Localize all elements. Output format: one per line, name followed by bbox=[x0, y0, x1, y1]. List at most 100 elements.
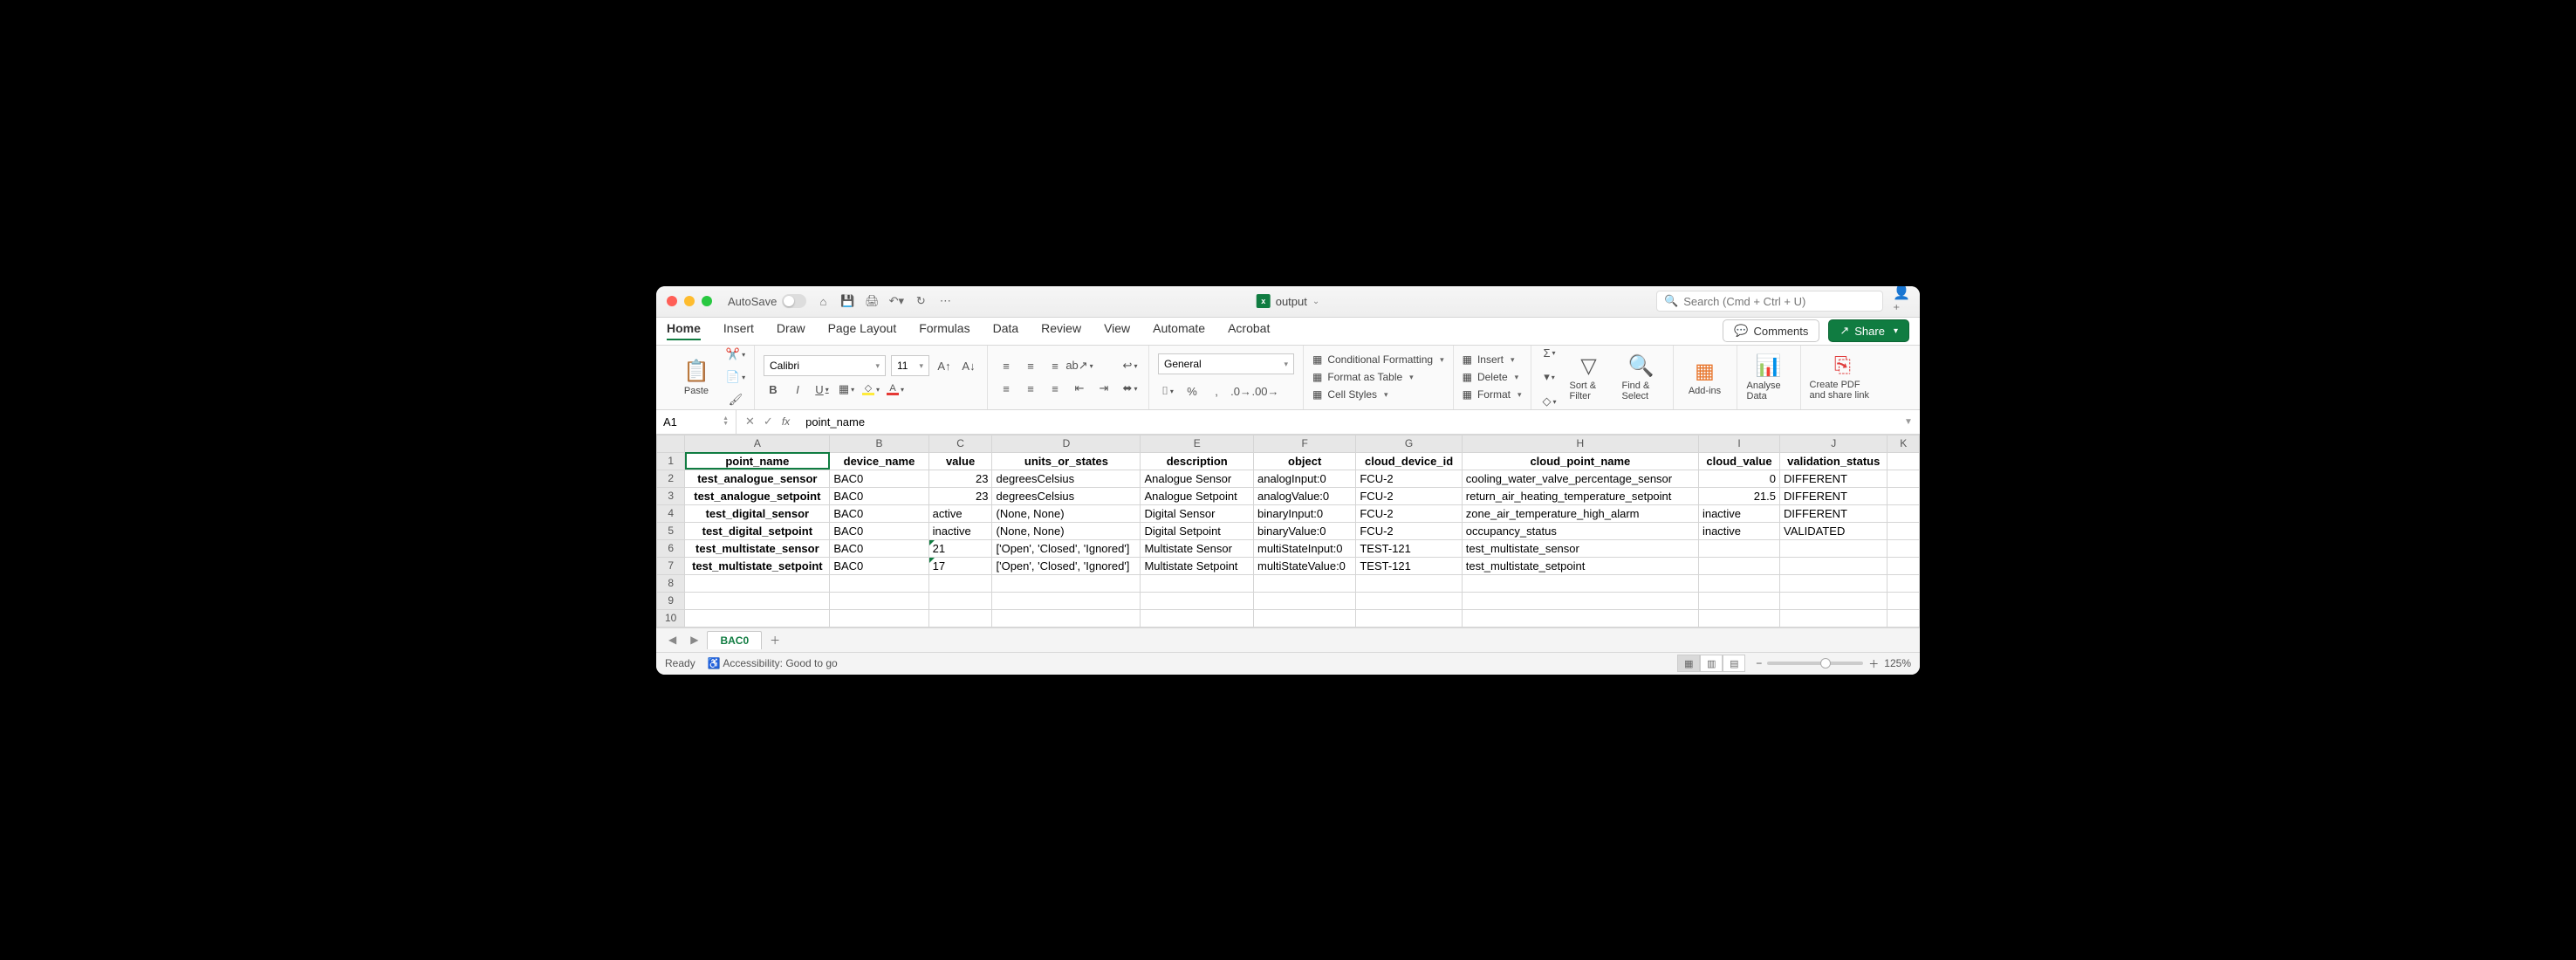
tab-view[interactable]: View bbox=[1104, 321, 1130, 340]
conditional-formatting-button[interactable]: ▦Conditional Formatting bbox=[1312, 353, 1444, 366]
tab-insert[interactable]: Insert bbox=[723, 321, 754, 340]
zoom-in-button[interactable]: ＋ bbox=[1868, 656, 1879, 671]
enter-formula-icon[interactable]: ✓ bbox=[764, 415, 773, 429]
percent-icon[interactable]: % bbox=[1182, 381, 1202, 401]
cell[interactable] bbox=[1698, 557, 1779, 574]
column-header[interactable]: E bbox=[1141, 435, 1254, 452]
formula-input[interactable]: point_name bbox=[798, 415, 1904, 429]
cell[interactable]: Digital Setpoint bbox=[1141, 522, 1254, 539]
cell[interactable]: test_analogue_sensor bbox=[685, 470, 830, 487]
cell[interactable]: degreesCelsius bbox=[992, 470, 1141, 487]
cell[interactable] bbox=[928, 592, 992, 609]
cell[interactable] bbox=[1887, 522, 1920, 539]
format-painter-icon[interactable]: 🖌 bbox=[726, 390, 745, 409]
normal-view-button[interactable]: ▦ bbox=[1677, 655, 1700, 672]
row-header[interactable]: 4 bbox=[657, 504, 685, 522]
cell[interactable] bbox=[1887, 504, 1920, 522]
sheet-prev-icon[interactable]: ◀ bbox=[663, 634, 682, 646]
column-header[interactable]: J bbox=[1780, 435, 1887, 452]
cell[interactable] bbox=[685, 609, 830, 627]
cell[interactable]: inactive bbox=[1698, 522, 1779, 539]
cell[interactable]: BAC0 bbox=[830, 470, 928, 487]
cell[interactable]: cloud_point_name bbox=[1462, 452, 1698, 470]
cell[interactable] bbox=[1462, 592, 1698, 609]
cell[interactable]: cloud_device_id bbox=[1356, 452, 1462, 470]
tab-review[interactable]: Review bbox=[1041, 321, 1081, 340]
cell[interactable]: test_multistate_setpoint bbox=[1462, 557, 1698, 574]
cell[interactable]: ['Open', 'Closed', 'Ignored'] bbox=[992, 557, 1141, 574]
cell[interactable] bbox=[1780, 609, 1887, 627]
column-header[interactable]: B bbox=[830, 435, 928, 452]
cell[interactable]: Digital Sensor bbox=[1141, 504, 1254, 522]
cell[interactable] bbox=[1698, 539, 1779, 557]
cell[interactable]: test_multistate_sensor bbox=[685, 539, 830, 557]
save-icon[interactable]: 💾 bbox=[839, 294, 855, 308]
autosave-switch[interactable] bbox=[782, 294, 806, 308]
sort-filter-button[interactable]: ▽Sort & Filter bbox=[1566, 353, 1612, 401]
tab-draw[interactable]: Draw bbox=[777, 321, 805, 340]
cell[interactable]: DIFFERENT bbox=[1780, 504, 1887, 522]
cell[interactable]: degreesCelsius bbox=[992, 487, 1141, 504]
align-top-icon[interactable]: ≡ bbox=[997, 356, 1016, 375]
cell[interactable] bbox=[1141, 592, 1254, 609]
cell[interactable]: analogValue:0 bbox=[1253, 487, 1355, 504]
orientation-icon[interactable]: ab↗ bbox=[1070, 356, 1089, 375]
column-header[interactable]: H bbox=[1462, 435, 1698, 452]
cell[interactable]: Multistate Setpoint bbox=[1141, 557, 1254, 574]
column-header[interactable]: I bbox=[1698, 435, 1779, 452]
find-select-button[interactable]: 🔍Find & Select bbox=[1619, 353, 1664, 401]
cell[interactable]: test_digital_setpoint bbox=[685, 522, 830, 539]
cell[interactable] bbox=[1141, 574, 1254, 592]
cell[interactable]: validation_status bbox=[1780, 452, 1887, 470]
create-pdf-button[interactable]: ⎘Create PDF and share link bbox=[1810, 353, 1876, 401]
cell[interactable]: BAC0 bbox=[830, 539, 928, 557]
cell[interactable] bbox=[928, 574, 992, 592]
redo-icon[interactable]: ↻ bbox=[913, 294, 928, 308]
row-header[interactable]: 3 bbox=[657, 487, 685, 504]
zoom-window-button[interactable] bbox=[702, 296, 712, 306]
share-button[interactable]: ↗ Share bbox=[1828, 319, 1909, 342]
column-header[interactable]: C bbox=[928, 435, 992, 452]
cell[interactable]: multiStateInput:0 bbox=[1253, 539, 1355, 557]
cell[interactable] bbox=[1887, 592, 1920, 609]
column-header[interactable]: G bbox=[1356, 435, 1462, 452]
cell[interactable]: test_multistate_sensor bbox=[1462, 539, 1698, 557]
italic-button[interactable]: I bbox=[788, 380, 807, 399]
align-middle-icon[interactable]: ≡ bbox=[1021, 356, 1040, 375]
cell[interactable] bbox=[992, 609, 1141, 627]
format-cells-button[interactable]: ▦Format bbox=[1463, 388, 1522, 401]
cell[interactable]: test_multistate_setpoint bbox=[685, 557, 830, 574]
cell[interactable]: (None, None) bbox=[992, 504, 1141, 522]
cell[interactable]: FCU-2 bbox=[1356, 487, 1462, 504]
increase-indent-icon[interactable]: ⇥ bbox=[1094, 379, 1113, 398]
cell[interactable] bbox=[830, 592, 928, 609]
cell[interactable] bbox=[1887, 557, 1920, 574]
cell[interactable] bbox=[685, 574, 830, 592]
cell[interactable] bbox=[1887, 574, 1920, 592]
sheet-next-icon[interactable]: ▶ bbox=[685, 634, 703, 646]
tab-automate[interactable]: Automate bbox=[1153, 321, 1205, 340]
cell[interactable] bbox=[1780, 592, 1887, 609]
row-header[interactable]: 5 bbox=[657, 522, 685, 539]
addins-button[interactable]: ▦Add-ins bbox=[1682, 359, 1728, 396]
borders-button[interactable]: ▦ bbox=[837, 380, 856, 399]
decrease-font-icon[interactable]: A↓ bbox=[959, 356, 978, 375]
cell[interactable]: FCU-2 bbox=[1356, 504, 1462, 522]
cell[interactable] bbox=[1887, 452, 1920, 470]
cell[interactable]: 23 bbox=[928, 487, 992, 504]
cell[interactable] bbox=[992, 574, 1141, 592]
font-name-selector[interactable]: Calibri▾ bbox=[764, 355, 886, 376]
cell[interactable] bbox=[1462, 574, 1698, 592]
column-header[interactable]: A bbox=[685, 435, 830, 452]
comments-button[interactable]: 💬 Comments bbox=[1723, 319, 1819, 342]
cell[interactable]: TEST-121 bbox=[1356, 557, 1462, 574]
cell[interactable]: BAC0 bbox=[830, 487, 928, 504]
increase-font-icon[interactable]: A↑ bbox=[935, 356, 954, 375]
fill-icon[interactable]: ▾ bbox=[1540, 367, 1559, 387]
add-sheet-button[interactable]: ＋ bbox=[765, 633, 784, 648]
expand-formula-bar-icon[interactable]: ▼ bbox=[1904, 417, 1920, 427]
home-icon[interactable]: ⌂ bbox=[815, 295, 831, 308]
cell[interactable]: occupancy_status bbox=[1462, 522, 1698, 539]
cell[interactable]: test_digital_sensor bbox=[685, 504, 830, 522]
analyse-data-button[interactable]: 📊Analyse Data bbox=[1746, 353, 1792, 401]
